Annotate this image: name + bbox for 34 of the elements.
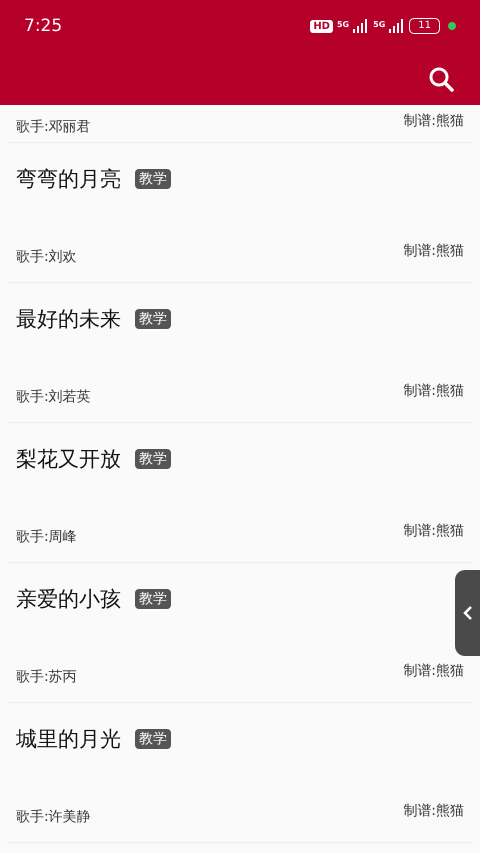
composer-label: 制谱:熊猫 (403, 522, 464, 540)
tutorial-tag: 教学 (135, 729, 171, 749)
search-button[interactable] (428, 66, 454, 92)
song-title[interactable]: 亲爱的小孩 (16, 585, 121, 613)
composer-label: 制谱:熊猫 (403, 242, 464, 260)
song-title[interactable]: 梨花又开放 (16, 445, 121, 473)
composer-label: 制谱:熊猫 (403, 382, 464, 400)
signal-icon (389, 19, 406, 33)
song-title[interactable]: 弯弯的月亮 (16, 165, 121, 193)
singer-label: 歌手:苏丙 (16, 668, 77, 686)
tutorial-tag: 教学 (135, 449, 171, 469)
search-icon (428, 66, 454, 92)
network-type: 5G (336, 20, 350, 29)
singer-label: 歌手:刘欢 (16, 248, 77, 266)
song-title[interactable]: 城里的月光 (16, 725, 121, 753)
network-type: 5G (373, 20, 386, 29)
tutorial-tag: 教学 (135, 309, 171, 329)
singer-label: 歌手:刘若英 (16, 388, 91, 406)
tutorial-tag: 教学 (135, 589, 171, 609)
hd-badge: HD (310, 20, 333, 32)
singer-label: 歌手:许美静 (16, 808, 91, 826)
signal-icon (353, 19, 370, 33)
singer-label: 歌手:周峰 (16, 528, 77, 546)
song-title[interactable]: 最好的未来 (16, 305, 121, 333)
chevron-left-icon (462, 605, 472, 621)
side-drawer-handle[interactable] (455, 570, 480, 656)
composer-label: 制谱:熊猫 (403, 662, 464, 680)
composer-label: 制谱:熊猫 (403, 112, 464, 130)
status-time: 7:25 (24, 16, 64, 36)
indicator-dot (448, 22, 456, 30)
tutorial-tag: 教学 (135, 169, 171, 189)
battery-level: 11 (409, 18, 440, 34)
composer-label: 制谱:熊猫 (403, 802, 464, 820)
singer-label: 歌手:邓丽君 (16, 118, 91, 136)
